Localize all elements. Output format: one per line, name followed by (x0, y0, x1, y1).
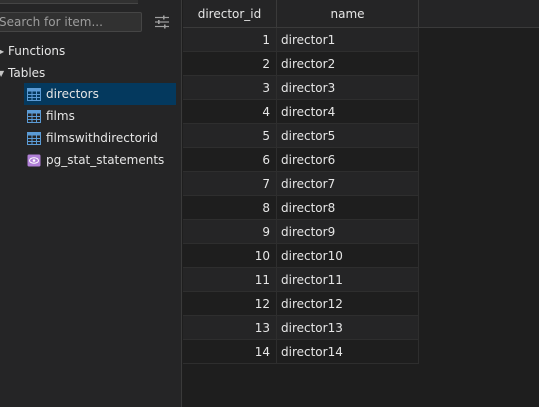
cell-director-id[interactable]: 5 (183, 124, 277, 147)
table-row[interactable]: 11 director11 (183, 268, 419, 292)
cell-name[interactable]: director6 (277, 148, 419, 171)
results-grid: director_id name 1 director1 2 director2 3 di… (183, 0, 539, 407)
search-row (0, 0, 182, 40)
cell-name[interactable]: director4 (277, 100, 419, 123)
grid-header: director_id name (183, 0, 539, 28)
cell-director-id[interactable]: 1 (183, 28, 277, 51)
tree-item-label: pg_stat_statements (46, 153, 165, 167)
cell-director-id[interactable]: 8 (183, 196, 277, 219)
sidebar: ▶ Functions ▼ Tables directors (0, 0, 182, 407)
table-row[interactable]: 2 director2 (183, 52, 419, 76)
table-row[interactable]: 12 director12 (183, 292, 419, 316)
column-header-name[interactable]: name (277, 0, 419, 28)
tree-item-label: filmswithdirectorid (46, 131, 158, 145)
table-row[interactable]: 6 director6 (183, 148, 419, 172)
cell-director-id[interactable]: 4 (183, 100, 277, 123)
cell-director-id[interactable]: 9 (183, 220, 277, 243)
table-icon (27, 109, 41, 123)
cell-director-id[interactable]: 11 (183, 268, 277, 291)
table-icon (27, 87, 41, 101)
tree-item-pg-stat-statements[interactable]: pg_stat_statements (24, 149, 176, 171)
table-row[interactable]: 5 director5 (183, 124, 419, 148)
cell-name[interactable]: director9 (277, 220, 419, 243)
cell-name[interactable]: director5 (277, 124, 419, 147)
table-row[interactable]: 10 director10 (183, 244, 419, 268)
caret-right-icon: ▶ (0, 46, 5, 56)
cell-director-id[interactable]: 6 (183, 148, 277, 171)
cell-name[interactable]: director3 (277, 76, 419, 99)
table-row[interactable]: 13 director13 (183, 316, 419, 340)
table-row[interactable]: 9 director9 (183, 220, 419, 244)
table-row[interactable]: 8 director8 (183, 196, 419, 220)
cell-director-id[interactable]: 2 (183, 52, 277, 75)
caret-down-icon: ▼ (0, 68, 5, 78)
filter-settings-icon[interactable] (154, 14, 170, 30)
cell-director-id[interactable]: 10 (183, 244, 277, 267)
tree-group-functions[interactable]: ▶ Functions (0, 40, 176, 62)
tree-item-films[interactable]: films (24, 105, 176, 127)
cell-director-id[interactable]: 14 (183, 340, 277, 363)
table-row[interactable]: 14 director14 (183, 340, 419, 364)
tree-item-label: directors (46, 87, 99, 101)
tree-group-label: Functions (8, 44, 66, 58)
table-row[interactable]: 7 director7 (183, 172, 419, 196)
cell-name[interactable]: director11 (277, 268, 419, 291)
tree-group-tables[interactable]: ▼ Tables (0, 62, 176, 84)
table-icon (27, 131, 41, 145)
cell-name[interactable]: director14 (277, 340, 419, 363)
table-row[interactable]: 1 director1 (183, 28, 419, 52)
cell-director-id[interactable]: 12 (183, 292, 277, 315)
column-header-director-id[interactable]: director_id (183, 0, 277, 28)
tree-item-filmswithdirectorid[interactable]: filmswithdirectorid (24, 127, 176, 149)
table-row[interactable]: 4 director4 (183, 100, 419, 124)
tree-item-label: films (46, 109, 75, 123)
search-input[interactable] (0, 12, 142, 32)
cell-name[interactable]: director12 (277, 292, 419, 315)
view-icon (27, 154, 41, 166)
tree-group-label: Tables (8, 66, 46, 80)
cell-name[interactable]: director8 (277, 196, 419, 219)
cell-name[interactable]: director1 (277, 28, 419, 51)
cell-name[interactable]: director2 (277, 52, 419, 75)
cell-name[interactable]: director7 (277, 172, 419, 195)
cell-name[interactable]: director10 (277, 244, 419, 267)
cell-director-id[interactable]: 13 (183, 316, 277, 339)
cell-director-id[interactable]: 7 (183, 172, 277, 195)
cell-director-id[interactable]: 3 (183, 76, 277, 99)
app-root: ▶ Functions ▼ Tables directors (0, 0, 539, 407)
tree-item-directors[interactable]: directors (24, 83, 176, 105)
table-row[interactable]: 3 director3 (183, 76, 419, 100)
cell-name[interactable]: director13 (277, 316, 419, 339)
